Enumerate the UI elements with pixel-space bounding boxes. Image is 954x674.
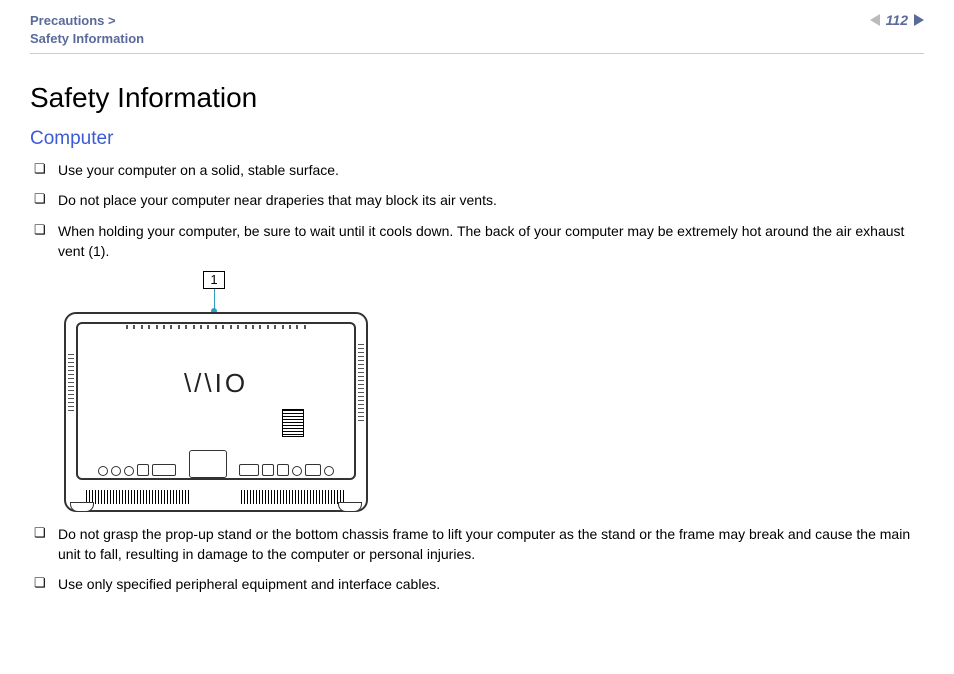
callout-label: 1	[203, 271, 224, 289]
side-slot-left-icon	[68, 354, 74, 414]
label-sticker-icon	[282, 409, 304, 437]
list-item: Do not place your computer near draperie…	[30, 190, 924, 210]
breadcrumb-parent[interactable]: Precautions >	[30, 12, 144, 30]
port-icon	[262, 464, 274, 476]
port-icon	[152, 464, 176, 476]
next-page-icon[interactable]	[914, 14, 924, 26]
bullet-list-top: Use your computer on a solid, stable sur…	[30, 160, 924, 261]
list-item: Use your computer on a solid, stable sur…	[30, 160, 924, 180]
callout-leader-line	[214, 289, 215, 309]
side-slot-right-icon	[358, 344, 364, 424]
port-icon	[111, 466, 121, 476]
breadcrumb-current: Safety Information	[30, 30, 144, 48]
port-icon	[98, 466, 108, 476]
pager: 112	[870, 12, 924, 28]
page-header: Precautions > Safety Information 112	[0, 0, 954, 47]
list-item: Do not grasp the prop-up stand or the bo…	[30, 524, 924, 565]
foot-icon	[70, 502, 94, 512]
port-icon	[324, 466, 334, 476]
page-number: 112	[886, 12, 908, 28]
page-title: Safety Information	[30, 82, 924, 114]
port-icon	[137, 464, 149, 476]
breadcrumb: Precautions > Safety Information	[30, 12, 144, 47]
figure: 1 \/\IO	[64, 271, 374, 510]
port-panel	[98, 442, 334, 476]
port-icon	[239, 464, 259, 476]
port-icon	[292, 466, 302, 476]
list-item: When holding your computer, be sure to w…	[30, 221, 924, 262]
stand-icon	[189, 450, 227, 478]
port-icon	[277, 464, 289, 476]
page-content: Safety Information Computer Use your com…	[0, 54, 954, 595]
device-inner-panel: \/\IO	[76, 322, 356, 480]
vaio-logo: \/\IO	[184, 368, 248, 399]
section-heading-computer: Computer	[30, 128, 924, 150]
list-item: Use only specified peripheral equipment …	[30, 574, 924, 594]
device-feet	[66, 502, 366, 512]
foot-icon	[338, 502, 362, 512]
vent-top-icon	[126, 325, 306, 329]
device-outer-frame: \/\IO	[64, 312, 368, 512]
device-illustration: \/\IO	[64, 308, 364, 510]
ports-left	[98, 464, 176, 476]
port-icon	[305, 464, 321, 476]
port-icon	[124, 466, 134, 476]
bullet-list-bottom: Do not grasp the prop-up stand or the bo…	[30, 524, 924, 595]
prev-page-icon[interactable]	[870, 14, 880, 26]
ports-right	[239, 464, 334, 476]
